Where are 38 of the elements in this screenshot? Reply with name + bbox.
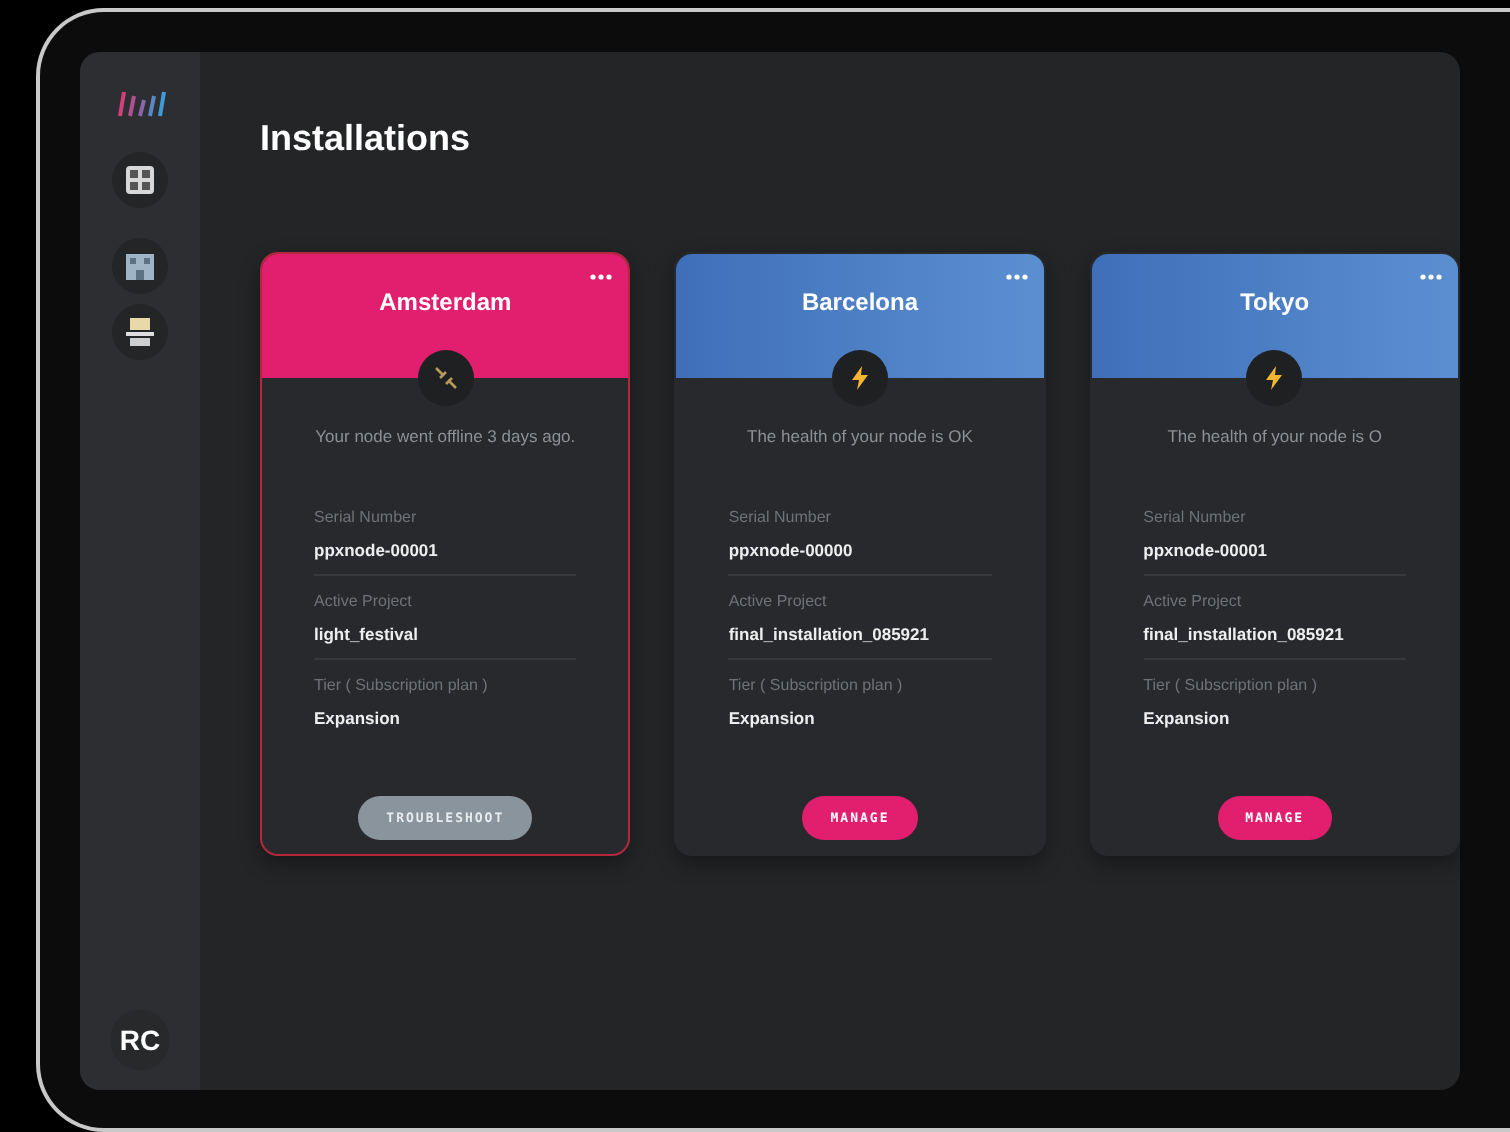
field-value: ppxnode-00000 [728,540,855,560]
field-label: Serial Number [728,508,833,526]
field-label: Tier ( Subscription plan ) [314,676,490,694]
field-label: Tier ( Subscription plan ) [1143,676,1320,694]
field-value: ppxnode-00001 [1143,540,1270,560]
dashboard-button[interactable] [112,152,168,208]
status-message: The health of your node is O [1165,426,1384,446]
status-message: Your node went offline 3 days ago. [314,426,577,446]
buildings-button[interactable] [112,238,168,294]
building-icon [126,252,154,280]
field-label: Active Project [314,592,414,610]
field-value: ppxnode-00001 [314,540,440,560]
more-menu-icon[interactable] [1005,274,1028,280]
field-value: light_festival [314,624,420,644]
field-value: Expansion [728,708,817,728]
page-title: Installations [260,116,473,162]
lightning-icon [1246,350,1303,406]
city-name: Barcelona [801,288,918,318]
field-value: Expansion [1143,708,1232,728]
more-menu-icon[interactable] [1419,274,1442,280]
field-value: final_installation_085921 [728,624,931,644]
city-name: Tokyo [1240,288,1310,318]
user-avatar[interactable]: RC [110,1010,170,1070]
lightning-icon [831,350,888,406]
field-value: Expansion [314,708,402,728]
grid-icon [126,166,154,194]
field-label: Tier ( Subscription plan ) [728,676,905,694]
city-name: Amsterdam [379,288,512,318]
devices-button[interactable] [112,304,168,360]
field-label: Serial Number [1143,508,1248,526]
field-label: Active Project [728,592,829,610]
stacked-devices-icon [126,318,154,346]
field-value: final_installation_085921 [1143,624,1346,644]
more-menu-icon[interactable] [590,274,613,280]
field-label: Serial Number [314,508,419,526]
status-message: The health of your node is OK [745,426,975,446]
field-label: Active Project [1143,592,1244,610]
logo-icon [116,90,168,118]
